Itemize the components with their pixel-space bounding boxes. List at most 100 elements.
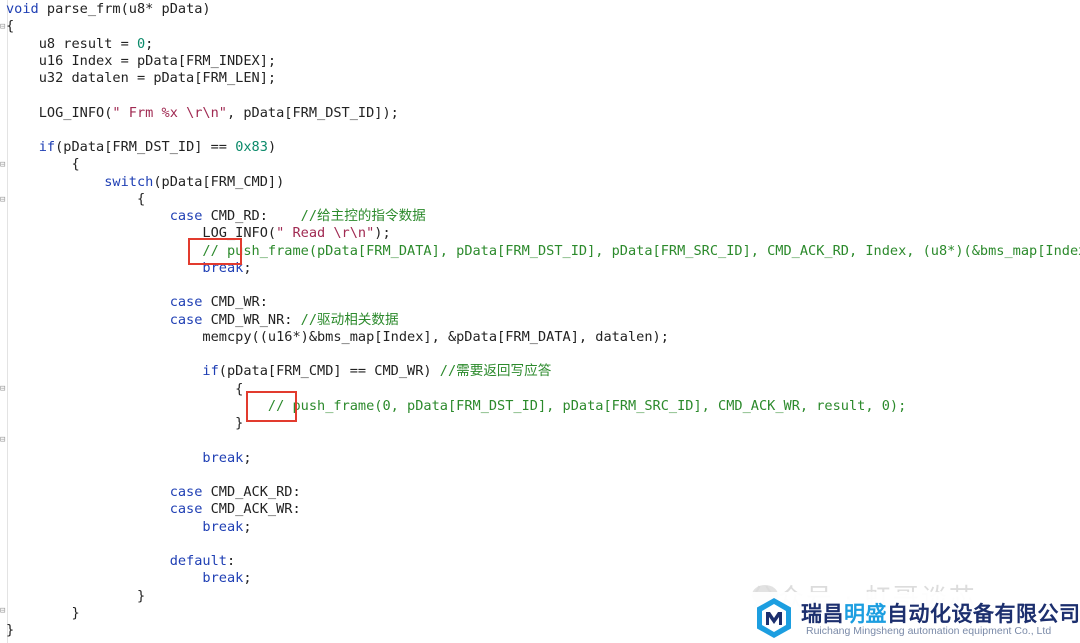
code-token: switch bbox=[104, 173, 154, 190]
highlight-box-push-frame-wr bbox=[246, 391, 297, 422]
code-token: CMD_ACK_WR: bbox=[202, 501, 301, 518]
code-line[interactable]: if(pData[FRM_CMD] == CMD_WR) //需要返回写应答 bbox=[6, 363, 551, 380]
code-token: ; bbox=[145, 35, 154, 52]
code-token: (pData[FRM_DST_ID] == bbox=[55, 139, 236, 155]
code-token: , pData[FRM_DST_ID]); bbox=[226, 104, 399, 121]
code-token: " Read \r\n" bbox=[276, 225, 375, 242]
code-line[interactable]: break; bbox=[6, 518, 252, 536]
code-line[interactable]: } bbox=[6, 622, 14, 639]
code-line[interactable]: break; bbox=[6, 570, 252, 587]
code-token: { bbox=[6, 18, 15, 35]
code-line[interactable]: case CMD_ACK_WR: bbox=[6, 501, 301, 518]
code-token: default bbox=[169, 553, 227, 569]
company-english-name: Ruichang Mingsheng automation equipment … bbox=[806, 625, 1052, 637]
code-line[interactable]: // push_frame(0, pData[FRM_DST_ID], pDat… bbox=[6, 398, 906, 415]
code-token: case bbox=[169, 501, 203, 518]
code-token: case bbox=[169, 484, 203, 500]
code-line[interactable]: if(pData[FRM_DST_ID] == 0x83) bbox=[6, 139, 276, 156]
code-token: case bbox=[169, 208, 203, 224]
company-name-prefix: 瑞昌 bbox=[801, 602, 844, 626]
code-token: u32 datalen = pData[FRM_LEN]; bbox=[6, 70, 277, 86]
code-line[interactable]: u32 datalen = pData[FRM_LEN]; bbox=[6, 70, 276, 87]
code-token: CMD_WR_NR: bbox=[202, 311, 301, 328]
code-line[interactable]: u8 result = 0; bbox=[6, 35, 154, 53]
code-token: ); bbox=[374, 225, 391, 242]
code-token: CMD_ACK_RD: bbox=[202, 484, 301, 500]
fold-toggle-icon[interactable]: ⊟ bbox=[0, 436, 6, 445]
code-line[interactable]: { bbox=[6, 191, 145, 208]
code-token: //给主控的指令数据 bbox=[300, 208, 426, 224]
code-token: case bbox=[169, 311, 203, 328]
code-token: u8 result = bbox=[6, 35, 137, 52]
code-line[interactable]: case CMD_ACK_RD: bbox=[6, 484, 301, 501]
code-line[interactable]: { bbox=[6, 18, 14, 35]
code-token: { bbox=[6, 380, 244, 397]
code-line[interactable]: switch(pData[FRM_CMD]) bbox=[6, 174, 284, 191]
company-name-accent: 明盛 bbox=[844, 602, 887, 626]
code-token: CMD_RD: bbox=[202, 208, 301, 224]
code-token: ; bbox=[243, 518, 252, 535]
code-line[interactable]: // push_frame(pData[FRM_DATA], pData[FRM… bbox=[6, 243, 1080, 260]
code-token: u16 Index = pData[FRM_INDEX]; bbox=[6, 52, 277, 69]
code-token: CMD_WR: bbox=[202, 294, 268, 311]
code-token: if bbox=[38, 139, 56, 155]
code-token: // push_frame(0, pData[FRM_DST_ID], pDat… bbox=[267, 397, 907, 414]
code-token: 0 bbox=[136, 35, 146, 52]
highlight-box-push-frame-rd bbox=[188, 238, 242, 265]
code-token: break bbox=[202, 518, 244, 535]
code-token: ) bbox=[267, 139, 277, 155]
company-name-suffix: 自动化设备有限公司 bbox=[887, 602, 1080, 626]
code-line[interactable]: } bbox=[6, 588, 145, 605]
code-line[interactable]: { bbox=[6, 156, 80, 173]
code-line[interactable]: case CMD_WR_NR: //驱动相关数据 bbox=[6, 312, 399, 329]
code-line[interactable]: void parse_frm(u8* pData) bbox=[6, 1, 211, 18]
code-token: { bbox=[6, 156, 80, 173]
company-logo-icon bbox=[757, 598, 791, 638]
code-token: if bbox=[202, 363, 219, 380]
code-line[interactable]: default: bbox=[6, 553, 235, 570]
code-token: " Frm %x \r\n" bbox=[112, 104, 227, 121]
code-line[interactable]: LOG_INFO(" Frm %x \r\n", pData[FRM_DST_I… bbox=[6, 105, 399, 122]
code-token: } bbox=[6, 587, 146, 604]
code-line[interactable]: u16 Index = pData[FRM_INDEX]; bbox=[6, 53, 276, 70]
code-token: : bbox=[226, 553, 236, 569]
code-token: } bbox=[6, 622, 15, 638]
code-token: void bbox=[6, 1, 39, 17]
code-line[interactable]: case CMD_WR: bbox=[6, 294, 268, 311]
code-token: break bbox=[202, 570, 244, 587]
code-token: parse_frm(u8* pData) bbox=[38, 1, 211, 17]
code-token: } bbox=[6, 604, 80, 621]
code-token: LOG_INFO( bbox=[6, 104, 113, 121]
code-line[interactable]: memcpy((u16*)&bms_map[Index], &pData[FRM… bbox=[6, 329, 669, 346]
code-token: } bbox=[6, 415, 244, 431]
code-token: ; bbox=[243, 570, 252, 587]
code-token: ; bbox=[243, 449, 252, 466]
code-token: break bbox=[202, 449, 244, 466]
code-line[interactable]: case CMD_RD: //给主控的指令数据 bbox=[6, 208, 426, 225]
code-line[interactable]: { bbox=[6, 381, 243, 398]
code-token: //驱动相关数据 bbox=[300, 311, 399, 328]
code-token: // push_frame(pData[FRM_DATA], pData[FRM… bbox=[202, 242, 1080, 259]
code-token: ; bbox=[243, 259, 252, 276]
code-token: //需要返回写应答 bbox=[439, 363, 552, 380]
code-token: memcpy((u16*)&bms_map[Index], &pData[FRM… bbox=[6, 328, 669, 345]
code-token: { bbox=[6, 190, 146, 207]
code-token: case bbox=[169, 294, 203, 311]
code-line[interactable]: } bbox=[6, 415, 243, 432]
code-token: (pData[FRM_CMD]) bbox=[153, 173, 285, 190]
code-line[interactable]: break; bbox=[6, 449, 252, 467]
code-line[interactable]: } bbox=[6, 604, 80, 622]
